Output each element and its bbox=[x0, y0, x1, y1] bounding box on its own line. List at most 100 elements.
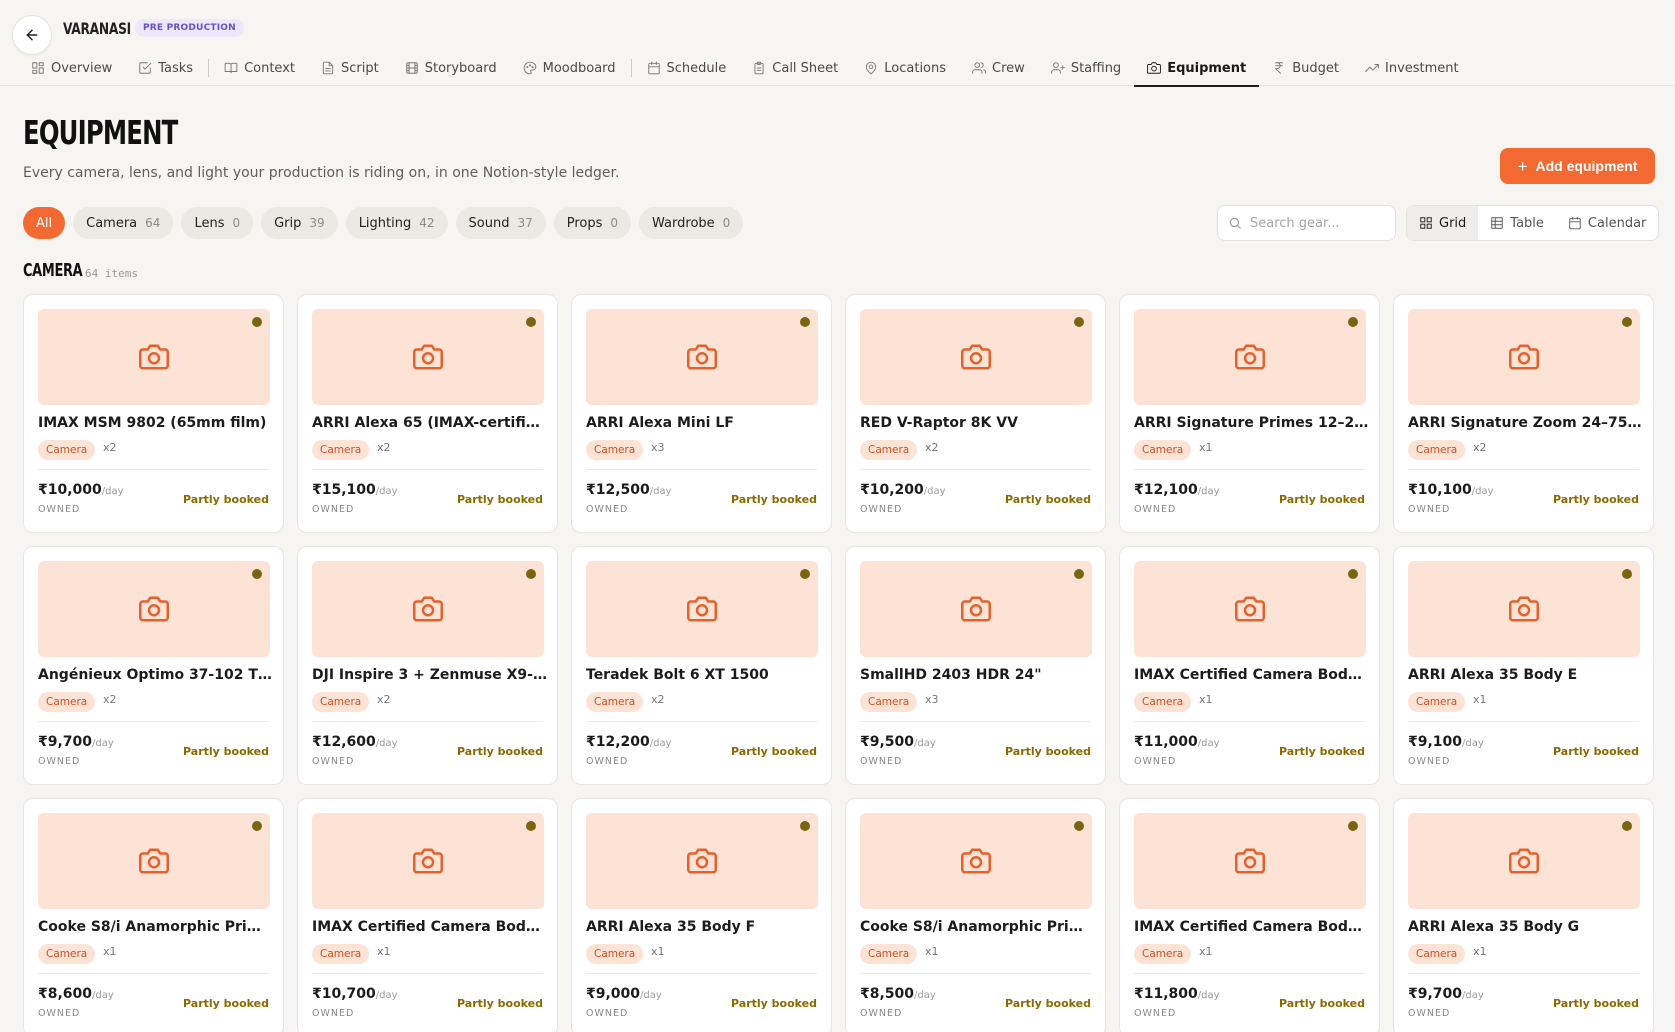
category-badge: Camera bbox=[586, 944, 644, 964]
clipboard-icon bbox=[754, 61, 764, 75]
filter-chip-all[interactable]: All bbox=[23, 207, 66, 239]
equipment-thumbnail bbox=[38, 309, 270, 405]
tab-investment[interactable]: Investment bbox=[1352, 50, 1472, 86]
ownership-label: OWNED bbox=[586, 504, 629, 515]
equipment-card[interactable]: RED V-Raptor 8K VV Camera x2 ₹10,200/day… bbox=[845, 294, 1106, 533]
tab-tasks[interactable]: Tasks bbox=[125, 50, 206, 86]
filter-chip-sound[interactable]: Sound 37 bbox=[455, 207, 546, 239]
filter-chip-lighting[interactable]: Lighting 42 bbox=[345, 207, 448, 239]
camera-icon bbox=[687, 344, 717, 370]
equipment-card[interactable]: Teradek Bolt 6 XT 1500 Camera x2 ₹12,200… bbox=[571, 546, 832, 785]
tab-locations[interactable]: Locations bbox=[851, 50, 959, 86]
filter-label: Camera bbox=[86, 215, 138, 231]
rate-unit: /day bbox=[1197, 738, 1220, 749]
tab-label: Script bbox=[341, 60, 379, 76]
camera-icon bbox=[1147, 62, 1162, 74]
tab-context[interactable]: Context bbox=[211, 50, 308, 86]
equipment-card[interactable]: ARRI Alexa 35 Body E Camera x1 ₹9,100/da… bbox=[1393, 546, 1654, 785]
equipment-name: RED V-Raptor 8K VV bbox=[860, 415, 1018, 431]
filter-label: All bbox=[36, 215, 53, 231]
page-subtitle: Every camera, lens, and light your produ… bbox=[23, 165, 620, 181]
quantity: x1 bbox=[1473, 693, 1487, 706]
tab-label: Moodboard bbox=[542, 60, 616, 76]
equipment-card[interactable]: ARRI Alexa 65 (IMAX-certified) Camera x2… bbox=[297, 294, 558, 533]
filter-chip-lens[interactable]: Lens 0 bbox=[181, 207, 254, 239]
tab-crew[interactable]: Crew bbox=[959, 50, 1038, 86]
filter-chip-wardrobe[interactable]: Wardrobe 0 bbox=[639, 207, 744, 239]
equipment-card[interactable]: ARRI Alexa 35 Body F Camera x1 ₹9,000/da… bbox=[571, 798, 832, 1032]
view-table-button[interactable]: Table bbox=[1478, 206, 1556, 240]
rate-unit: /day bbox=[375, 990, 398, 1001]
day-rate: ₹10,700/day bbox=[312, 986, 398, 1002]
ownership-label: OWNED bbox=[586, 1008, 629, 1019]
category-badge: Camera bbox=[38, 440, 96, 460]
tab-label: Tasks bbox=[158, 60, 194, 76]
equipment-card[interactable]: ARRI Signature Primes 12–280m... Camera … bbox=[1119, 294, 1380, 533]
tab-divider bbox=[208, 59, 210, 77]
users-icon bbox=[972, 62, 986, 74]
tab-label: Locations bbox=[884, 60, 947, 76]
tab-script[interactable]: Script bbox=[308, 50, 392, 86]
trending-up-icon bbox=[1365, 64, 1379, 72]
tab-moodboard[interactable]: Moodboard bbox=[510, 50, 629, 86]
equipment-name: DJI Inspire 3 + Zenmuse X9-8K bbox=[312, 667, 548, 683]
ownership-label: OWNED bbox=[1408, 1008, 1451, 1019]
camera-icon bbox=[139, 596, 169, 622]
filter-chip-camera[interactable]: Camera 64 bbox=[73, 207, 174, 239]
rate-unit: /day bbox=[640, 990, 662, 1001]
tab-label: Investment bbox=[1385, 60, 1459, 76]
rate-value: ₹15,100 bbox=[312, 482, 376, 498]
search-input[interactable] bbox=[1250, 215, 1380, 231]
filter-chip-props[interactable]: Props 0 bbox=[553, 207, 632, 239]
back-button[interactable] bbox=[12, 15, 52, 55]
ownership-label: OWNED bbox=[312, 504, 355, 515]
equipment-card[interactable]: ARRI Alexa Mini LF Camera x3 ₹12,500/day… bbox=[571, 294, 832, 533]
day-rate: ₹10,000/day bbox=[38, 482, 124, 498]
ownership-label: OWNED bbox=[312, 1008, 355, 1019]
tab-schedule[interactable]: Schedule bbox=[634, 50, 740, 86]
equipment-card[interactable]: SmallHD 2403 HDR 24" Camera x3 ₹9,500/da… bbox=[845, 546, 1106, 785]
view-grid-button[interactable]: Grid bbox=[1407, 206, 1479, 240]
equipment-card[interactable]: Cooke S8/i Anamorphic Prime F Camera x1 … bbox=[845, 798, 1106, 1032]
tab-equipment[interactable]: Equipment bbox=[1134, 50, 1260, 87]
card-divider bbox=[1134, 469, 1365, 470]
palette-icon bbox=[523, 61, 536, 75]
card-divider bbox=[38, 973, 269, 974]
equipment-card[interactable]: ARRI Signature Zoom 24–75 T2.8 Camera x2… bbox=[1393, 294, 1654, 533]
equipment-card[interactable]: DJI Inspire 3 + Zenmuse X9-8K Camera x2 … bbox=[297, 546, 558, 785]
equipment-card[interactable]: ARRI Alexa 35 Body G Camera x1 ₹9,700/da… bbox=[1393, 798, 1654, 1032]
equipment-card[interactable]: Angénieux Optimo 37-102 T2.9 Camera x2 ₹… bbox=[23, 546, 284, 785]
day-rate: ₹9,700/day bbox=[1408, 986, 1484, 1002]
filter-chip-grip[interactable]: Grip 39 bbox=[261, 207, 338, 239]
equipment-card[interactable]: IMAX Certified Camera Body E Camera x1 ₹… bbox=[1119, 546, 1380, 785]
booking-status: Partly booked bbox=[457, 493, 543, 506]
equipment-card[interactable]: IMAX Certified Camera Body F Camera x1 ₹… bbox=[297, 798, 558, 1032]
tab-budget[interactable]: Budget bbox=[1259, 50, 1352, 86]
equipment-card[interactable]: Cooke S8/i Anamorphic Prime E Camera x1 … bbox=[23, 798, 284, 1032]
availability-dot bbox=[252, 569, 262, 579]
category-badge: Camera bbox=[586, 440, 644, 460]
layout-grid-icon bbox=[32, 62, 44, 74]
tab-call-sheet[interactable]: Call Sheet bbox=[739, 50, 851, 86]
tab-storyboard[interactable]: Storyboard bbox=[392, 50, 510, 86]
quantity: x2 bbox=[1473, 441, 1487, 454]
quantity: x1 bbox=[651, 945, 665, 958]
category-badge: Camera bbox=[38, 692, 96, 712]
add-equipment-button[interactable]: + Add equipment bbox=[1500, 148, 1655, 184]
day-rate: ₹12,200/day bbox=[586, 734, 672, 750]
equipment-card[interactable]: IMAX Certified Camera Body G Camera x1 ₹… bbox=[1119, 798, 1380, 1032]
view-label: Calendar bbox=[1587, 215, 1647, 231]
rate-value: ₹12,500 bbox=[586, 482, 650, 498]
quantity: x1 bbox=[1473, 945, 1487, 958]
tab-staffing[interactable]: Staffing bbox=[1038, 50, 1134, 86]
view-calendar-button[interactable]: Calendar bbox=[1556, 206, 1658, 240]
equipment-card[interactable]: IMAX MSM 9802 (65mm film) Camera x2 ₹10,… bbox=[23, 294, 284, 533]
equipment-thumbnail bbox=[586, 561, 818, 657]
film-icon bbox=[406, 62, 418, 74]
rate-unit: /day bbox=[914, 738, 936, 749]
tab-overview[interactable]: Overview bbox=[18, 50, 125, 86]
camera-icon bbox=[961, 344, 991, 370]
rate-value: ₹10,100 bbox=[1408, 482, 1472, 498]
ownership-label: OWNED bbox=[1134, 1008, 1177, 1019]
book-icon bbox=[224, 62, 238, 74]
